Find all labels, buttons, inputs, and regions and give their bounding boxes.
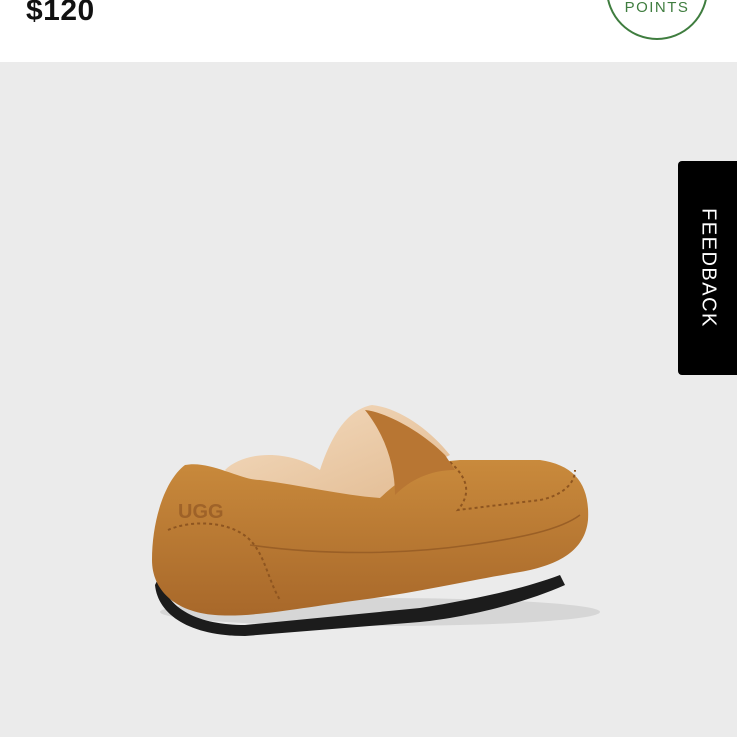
points-badge-label: POINTS xyxy=(624,0,690,16)
product-image-area: UGG xyxy=(0,62,737,737)
product-price: $120 xyxy=(26,0,95,27)
points-badge[interactable]: POINTS xyxy=(606,0,708,40)
shoe-logo-emboss: UGG xyxy=(178,501,224,523)
feedback-label: FEEDBACK xyxy=(697,208,719,328)
feedback-button[interactable]: FEEDBACK xyxy=(678,161,737,375)
product-header: $120 POINTS xyxy=(0,0,737,62)
product-image[interactable]: UGG xyxy=(0,62,737,737)
